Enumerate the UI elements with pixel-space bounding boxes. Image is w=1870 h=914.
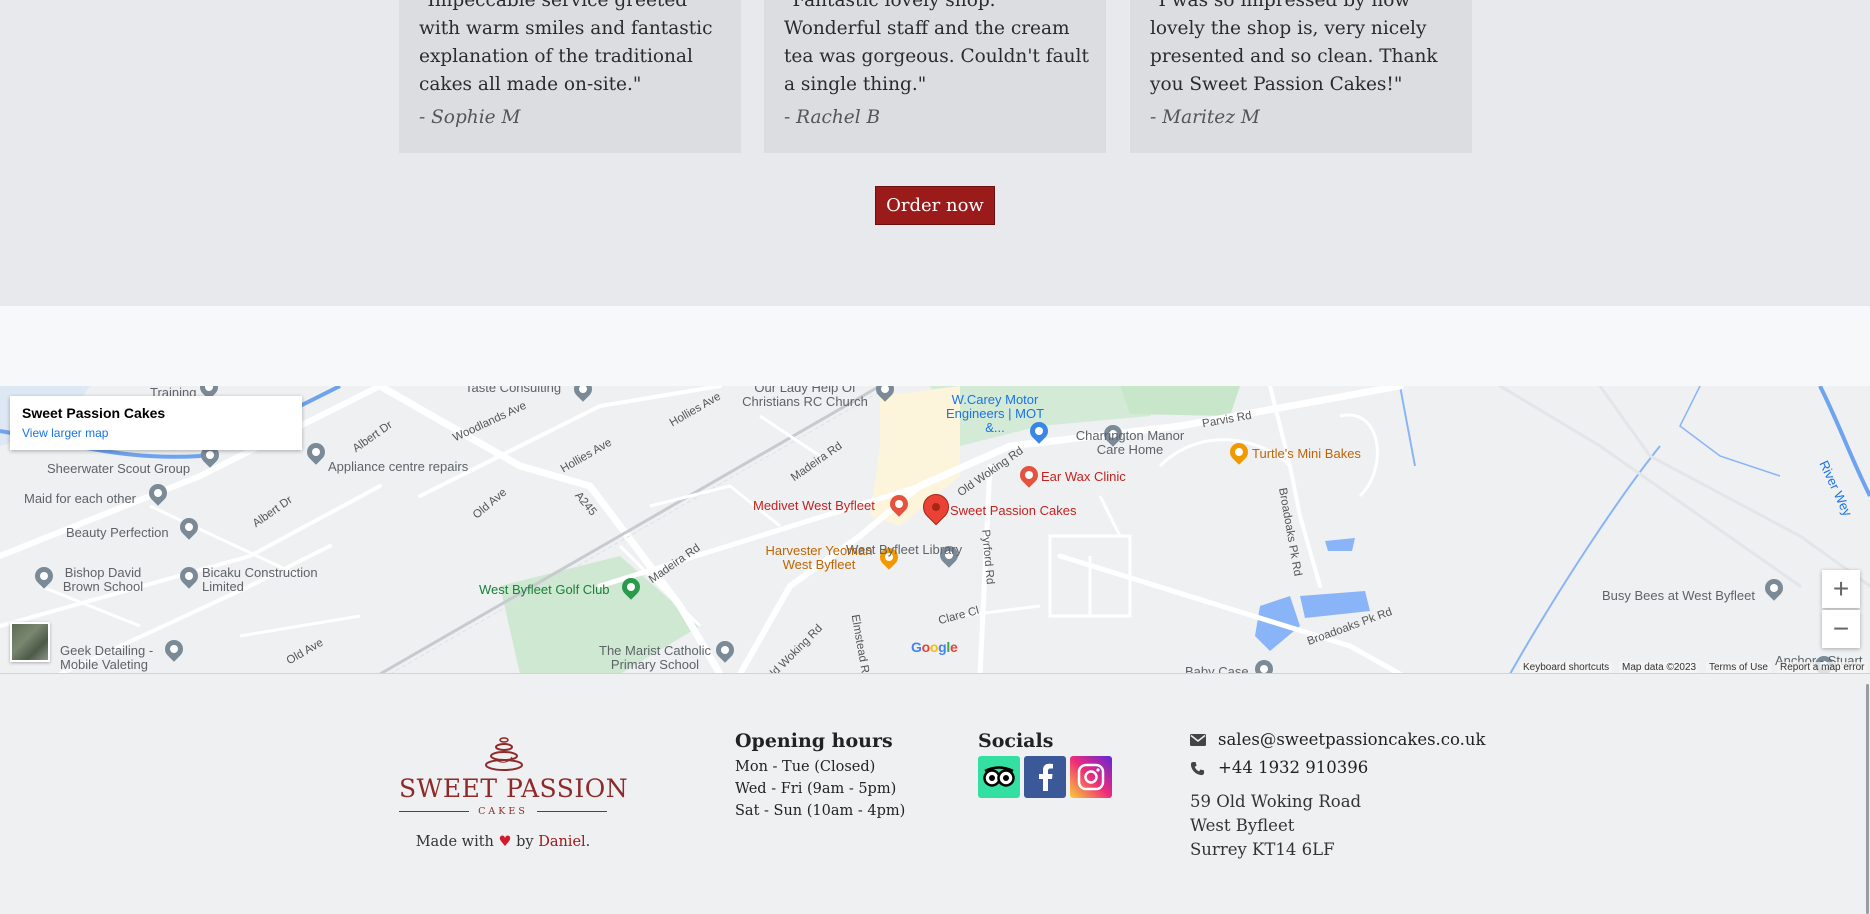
address-line: West Byfleet (1190, 816, 1295, 835)
map-label-medivet[interactable]: Medivet West Byfleet (753, 498, 875, 513)
tripadvisor-icon[interactable] (978, 756, 1020, 798)
map-label-taste[interactable]: Taste Consulting (465, 386, 561, 395)
map-label-bishop[interactable]: Bishop David Brown School (58, 566, 148, 594)
site-footer (0, 674, 1870, 914)
map-label-library[interactable]: West Byfleet Library (846, 542, 962, 557)
zoom-out-button[interactable]: − (1822, 610, 1860, 648)
socials-title: Socials (978, 730, 1054, 752)
map-label-marist[interactable]: The Marist Catholic Primary School (590, 644, 720, 672)
socials: Socials (978, 730, 1112, 798)
map-label-beauty[interactable]: Beauty Perfection (66, 525, 169, 540)
map-label-maid[interactable]: Maid for each other (24, 491, 136, 506)
map-label-turtle[interactable]: Turtle's Mini Bakes (1252, 446, 1361, 461)
address: 59 Old Woking Road West Byfleet Surrey K… (1190, 790, 1486, 862)
phone-icon (1190, 761, 1208, 776)
map-label-earwax[interactable]: Ear Wax Clinic (1041, 469, 1126, 484)
map-label-appliance[interactable]: Appliance centre repairs (328, 459, 468, 474)
phone-link[interactable]: +44 1932 910396 (1218, 754, 1368, 782)
testimonials-section: "Impeccable service greeted with warm sm… (0, 0, 1870, 306)
map-info-title: Sweet Passion Cakes (22, 405, 166, 421)
address-line: 59 Old Woking Road (1190, 792, 1362, 811)
testimonial-card: "Fantastic lovely shop. Wonderful staff … (764, 0, 1106, 153)
zoom-in-button[interactable]: + (1822, 570, 1860, 608)
map-label-bicaku[interactable]: Bicaku Construction Limited (202, 566, 332, 594)
cake-logo-icon (485, 737, 523, 771)
map-label-charrington[interactable]: Charrington Manor Care Home (1070, 429, 1190, 457)
map-label-ourlady[interactable]: Our Lady Help Of Christians RC Church (740, 386, 870, 409)
testimonial-author: - Maritez M (1150, 107, 1260, 128)
address-line: Surrey KT14 6LF (1190, 840, 1335, 859)
testimonial-quote: "Impeccable service greeted with warm sm… (419, 0, 713, 95)
opening-hours-row: Mon - Tue (Closed) (735, 759, 876, 775)
terms-of-use-link[interactable]: Terms of Use (1706, 662, 1771, 673)
google-logo: Google (911, 639, 958, 655)
testimonial-quote: "I was so impressed by how lovely the sh… (1150, 0, 1438, 95)
report-map-error-link[interactable]: Report a map error (1777, 662, 1868, 673)
map-label-main[interactable]: Sweet Passion Cakes (950, 503, 1076, 518)
satellite-toggle-button[interactable] (10, 622, 50, 662)
logo-subtitle: CAKES (478, 806, 528, 817)
view-larger-map-link[interactable]: View larger map (22, 426, 290, 440)
section-divider (0, 306, 1870, 386)
brand-logo[interactable]: SWEET PASSION CAKES (399, 732, 629, 822)
opening-hours-title: Opening hours (735, 730, 893, 752)
testimonial-author: - Rachel B (784, 107, 881, 128)
map-label-babycase[interactable]: Baby Case (1185, 664, 1249, 673)
map-label-geek[interactable]: Geek Detailing - Mobile Valeting (60, 644, 160, 672)
logo-name: SWEET PASSION (399, 774, 629, 803)
envelope-icon (1190, 734, 1208, 746)
email-line[interactable]: sales@sweetpassioncakes.co.uk (1190, 726, 1486, 754)
instagram-icon[interactable] (1070, 756, 1112, 798)
keyboard-shortcuts-link[interactable]: Keyboard shortcuts (1520, 662, 1613, 673)
made-with-credit: Made with ♥ by Daniel. (399, 834, 607, 850)
developer-link[interactable]: Daniel (538, 834, 585, 850)
order-now-button[interactable]: Order now (875, 186, 995, 225)
phone-line[interactable]: +44 1932 910396 (1190, 754, 1486, 782)
opening-hours-row: Wed - Fri (9am - 5pm) (735, 781, 897, 797)
map-label-busybees[interactable]: Busy Bees at West Byfleet (1602, 588, 1755, 603)
opening-hours-row: Sat - Sun (10am - 4pm) (735, 803, 906, 819)
made-with-period: . (585, 834, 591, 850)
testimonial-card: "I was so impressed by how lovely the sh… (1130, 0, 1472, 153)
made-with-by: by (516, 834, 534, 850)
map-label-wcarey[interactable]: W.Carey Motor Engineers | MOT &... (935, 393, 1055, 435)
opening-hours: Opening hours Mon - Tue (Closed) Wed - F… (735, 730, 905, 822)
testimonial-quote: "Fantastic lovely shop. Wonderful staff … (784, 0, 1089, 95)
heart-icon: ♥ (498, 834, 512, 850)
contact-details: sales@sweetpassioncakes.co.uk +44 1932 9… (1190, 726, 1486, 862)
testimonial-author: - Sophie M (419, 107, 521, 128)
map-data-attribution: Map data ©2023 (1619, 662, 1700, 673)
email-link[interactable]: sales@sweetpassioncakes.co.uk (1218, 726, 1486, 754)
map-label-golf[interactable]: West Byfleet Golf Club (479, 582, 610, 597)
facebook-icon[interactable] (1024, 756, 1066, 798)
testimonial-card: "Impeccable service greeted with warm sm… (399, 0, 741, 153)
map-label-sheerwater[interactable]: Sheerwater Scout Group (47, 461, 190, 476)
page-scrollbar[interactable] (1866, 684, 1869, 914)
made-with-text: Made with (415, 834, 494, 850)
map-info-box: Sweet Passion Cakes View larger map (10, 396, 302, 450)
